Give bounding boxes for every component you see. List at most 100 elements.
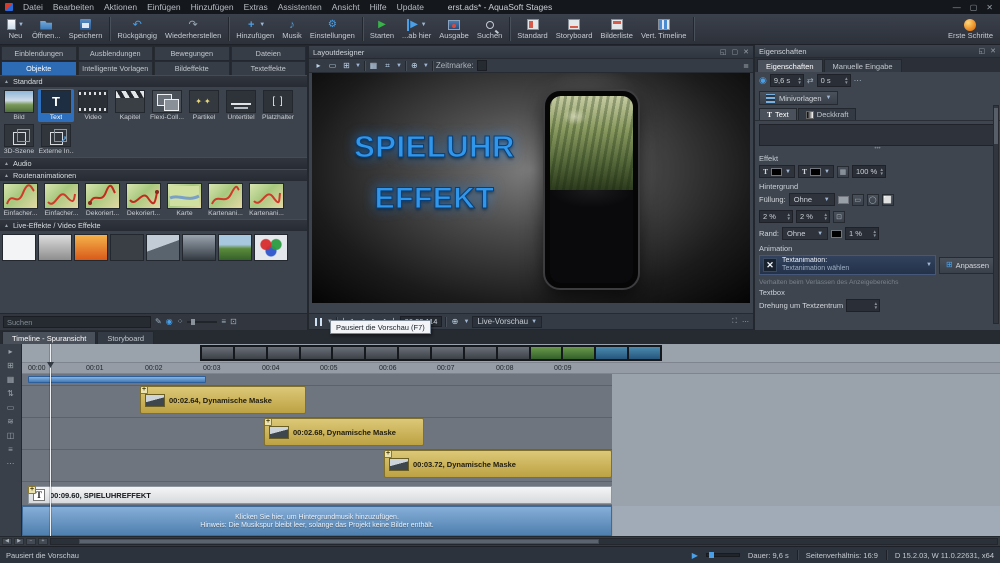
mini-templates-dropdown[interactable]: Minivorlagen ▼	[759, 91, 838, 105]
fullscreen-icon[interactable]: ⛶	[732, 318, 737, 326]
padding-x-spinner[interactable]: 2 % ▲▼	[759, 210, 793, 223]
maximize-icon[interactable]: ▢	[970, 3, 978, 12]
properties-scrollbar[interactable]	[993, 105, 999, 324]
rotation-spinner[interactable]: ▲▼	[846, 299, 880, 312]
designer-menu-icon[interactable]: ≣	[743, 62, 749, 70]
timeline-tool-icon[interactable]: ◫	[7, 431, 15, 440]
horizontal-scrollbar[interactable]	[50, 538, 998, 545]
object-item-video[interactable]: Video	[75, 89, 111, 122]
zoom-in-icon[interactable]: +	[38, 538, 48, 545]
chevron-down-icon[interactable]: ▼	[463, 319, 469, 325]
chevron-down-icon[interactable]: ▼	[396, 63, 402, 69]
spinner-arrows-icon[interactable]: ▲▼	[874, 302, 878, 310]
layout-storyboard-button[interactable]: Storyboard	[552, 15, 597, 44]
pencil-icon[interactable]: ✎	[155, 317, 162, 327]
close-panel-icon[interactable]: ✕	[743, 48, 749, 56]
scrollbar-thumb[interactable]	[79, 539, 599, 544]
object-item-3d-szene[interactable]: 3D-Szene	[1, 123, 37, 156]
tab-dateien[interactable]: Dateien	[231, 46, 307, 60]
section-header-live-effekte[interactable]: ▲ Live-Effekte / Video Effekte	[0, 219, 307, 231]
status-play-icon[interactable]: ▶	[692, 551, 698, 560]
search-input[interactable]	[3, 316, 151, 328]
expand-plus-icon[interactable]: +	[384, 450, 392, 458]
spinner-arrows-icon[interactable]: ▲▼	[824, 213, 828, 221]
route-item[interactable]: Kartenani...	[247, 183, 286, 217]
customize-animation-button[interactable]: ⊞ Anpassen	[939, 257, 996, 274]
subtab-deckkraft[interactable]: Deckkraft	[798, 108, 857, 120]
object-item-text[interactable]: T Text	[38, 89, 74, 122]
expand-plus-icon[interactable]: +	[28, 486, 36, 494]
menu-hinzufuegen[interactable]: Hinzufügen	[186, 0, 239, 14]
music-button[interactable]: ♪ Musik	[278, 15, 306, 44]
effect-thumbnail[interactable]	[38, 234, 72, 261]
border-color-swatch[interactable]	[831, 230, 842, 238]
fill-color-swatch[interactable]	[838, 196, 849, 204]
snap-toggle-icon[interactable]: ⌗	[382, 60, 393, 72]
route-item[interactable]: Dekoriert...	[83, 183, 122, 217]
shape-tool-icon[interactable]: ⊞	[341, 60, 352, 72]
select-tool-icon[interactable]: ▸	[313, 60, 324, 72]
menu-bearbeiten[interactable]: Bearbeiten	[48, 0, 99, 14]
menu-einfuegen[interactable]: Einfügen	[142, 0, 186, 14]
new-button[interactable]: ▼ Neu	[3, 15, 28, 44]
close-panel-icon[interactable]: ✕	[990, 47, 996, 55]
fill-dropdown[interactable]: Ohne ▼	[789, 193, 835, 206]
timeline-item-dynamische-maske-1[interactable]: + 00:02.64, Dynamische Maske	[140, 386, 306, 414]
menu-assistenten[interactable]: Assistenten	[273, 0, 327, 14]
background-object-bar[interactable]	[28, 376, 206, 383]
timeline-tool-icon[interactable]: ⋯	[7, 459, 15, 468]
spinner-arrows-icon[interactable]: ▲▼	[879, 168, 883, 176]
layout-imagelist-button[interactable]: Bilderliste	[596, 15, 637, 44]
timeline-item-dynamische-maske-3[interactable]: + 00:03.72, Dynamische Maske	[384, 450, 612, 478]
preview-mode-dropdown[interactable]: Live-Vorschau ▼	[472, 316, 542, 328]
playhead[interactable]	[50, 344, 51, 536]
timeline-tool-icon[interactable]: ▭	[7, 403, 15, 412]
timeline-tool-icon[interactable]: ≋	[7, 417, 14, 426]
close-icon[interactable]: ✕	[986, 3, 993, 12]
list-view-icon[interactable]: ≡	[221, 317, 226, 327]
padding-link-button[interactable]: ⊡	[833, 211, 845, 223]
scroll-left-icon[interactable]: ◀	[2, 538, 12, 545]
timeline-canvas[interactable]: 00:00 00:01 00:02 00:03 00:04 00:05 00:0…	[22, 344, 1000, 536]
pause-button[interactable]	[313, 316, 324, 328]
text-content-input[interactable]	[759, 124, 996, 146]
add-button[interactable]: +▼ Hinzufügen	[232, 15, 278, 44]
menu-update[interactable]: Update	[392, 0, 429, 14]
section-header-routenanimationen[interactable]: ▲ Routenanimationen	[0, 169, 307, 181]
spinner-arrows-icon[interactable]: ▲▼	[797, 77, 801, 85]
font-color-picker[interactable]: T ▼	[759, 165, 795, 178]
zoom-mode-icon[interactable]: ⊕	[409, 60, 420, 72]
layout-standard-button[interactable]: Standard	[513, 15, 551, 44]
tab-bildeffekte[interactable]: Bildeffekte	[154, 61, 230, 75]
timeline-item-dynamische-maske-2[interactable]: + 00:02.68, Dynamische Maske	[264, 418, 424, 446]
route-item[interactable]: Kartenani...	[206, 183, 245, 217]
menu-hilfe[interactable]: Hilfe	[365, 0, 392, 14]
tab-intelligente-vorlagen[interactable]: Intelligente Vorlagen	[78, 61, 154, 75]
object-item-flexi-collage[interactable]: Flexi-Coll...	[149, 89, 185, 122]
effect-thumbnail[interactable]	[110, 234, 144, 261]
timeline-tool-icon[interactable]: ⇅	[7, 389, 14, 398]
timeline-tool-icon[interactable]: ▸	[8, 347, 12, 356]
fill-option-button[interactable]: ▭	[852, 194, 864, 206]
link-duration-icon[interactable]: ⇄	[807, 76, 814, 86]
grid-toggle-icon[interactable]: ▦	[368, 60, 379, 72]
object-item-externe-inhalte[interactable]: ↗ Externe In...	[38, 123, 74, 156]
menu-datei[interactable]: Datei	[18, 0, 48, 14]
first-steps-button[interactable]: Erste Schritte	[944, 15, 997, 44]
timeline-tool-icon[interactable]: ≡	[8, 445, 13, 454]
expand-plus-icon[interactable]: +	[140, 386, 148, 394]
spinner-arrows-icon[interactable]: ▲▼	[787, 213, 791, 221]
float-panel-icon[interactable]: ◱	[979, 47, 986, 55]
object-item-partikel[interactable]: ✦✦ Partikel	[186, 89, 222, 122]
tab-objekte[interactable]: Objekte	[1, 61, 77, 75]
transform-tool-icon[interactable]: ▭	[327, 60, 338, 72]
settings-button[interactable]: ⚙ Einstellungen	[306, 15, 359, 44]
preview-text-object[interactable]: SPIELUHR EFFEKT	[332, 129, 537, 216]
chevron-down-icon[interactable]: ▼	[355, 63, 361, 69]
border-width-spinner[interactable]: 1 % ▲▼	[845, 227, 879, 240]
effect-thumbnail[interactable]	[218, 234, 252, 261]
scroll-right-icon[interactable]: ▶	[14, 538, 24, 545]
save-button[interactable]: Speichern	[65, 15, 107, 44]
layout-vertical-timeline-button[interactable]: Vert. Timeline	[637, 15, 690, 44]
redo-button[interactable]: ↷ Wiederherstellen	[161, 15, 225, 44]
